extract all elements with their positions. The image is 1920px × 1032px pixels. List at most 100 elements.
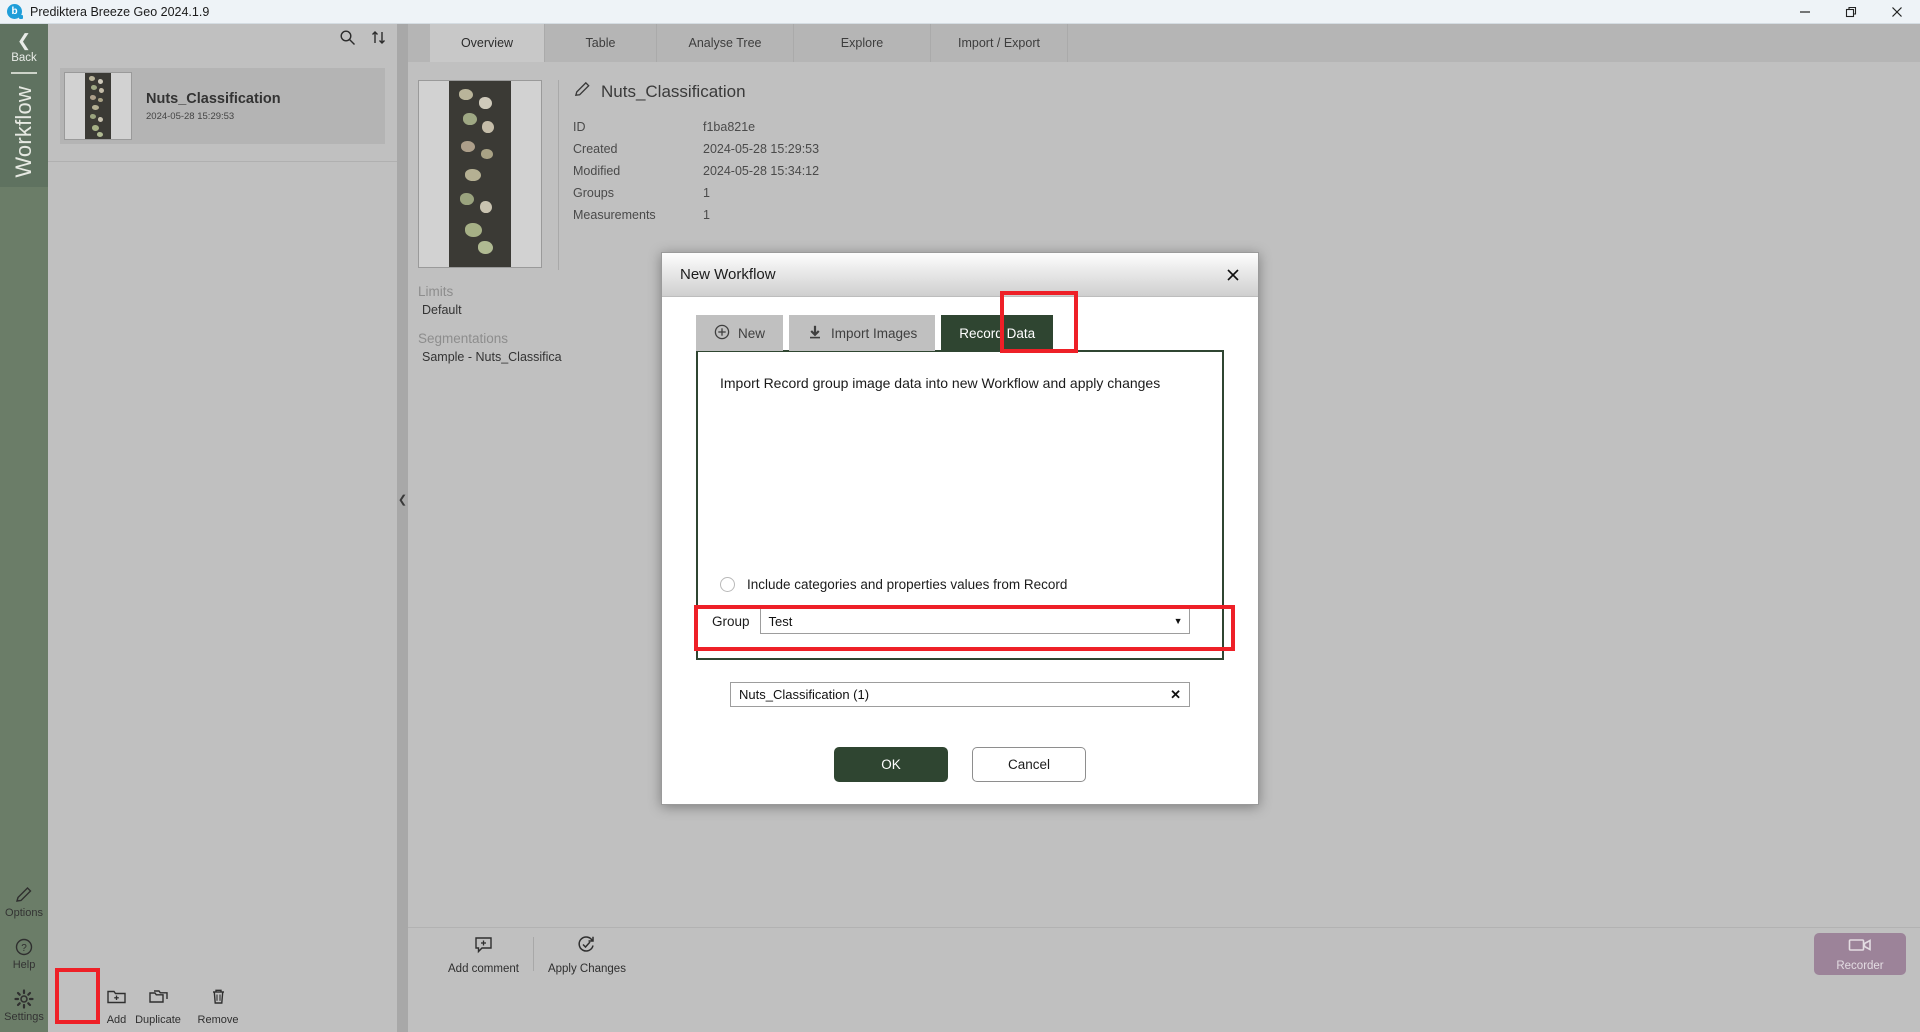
detail-field-row: ID f1ba821e <box>573 116 819 138</box>
detail-row: Nuts_Classification ID f1ba821e Created … <box>408 62 1920 270</box>
rail-workflow-section: ❮ Back Workflow <box>0 24 48 187</box>
apply-changes-button[interactable]: Apply Changes <box>538 934 636 975</box>
list-item[interactable]: Nuts_Classification 2024-05-28 15:29:53 <box>60 68 385 144</box>
workflow-thumbnail <box>64 72 132 140</box>
search-icon[interactable] <box>339 29 356 46</box>
main-bottom-toolbar: Add comment Apply Changes Recorder <box>408 927 1920 980</box>
detail-thumbnail <box>418 80 542 268</box>
dialog-title: New Workflow <box>680 266 776 283</box>
recorder-button[interactable]: Recorder <box>1814 933 1906 975</box>
include-categories-row[interactable]: Include categories and properties values… <box>720 577 1067 592</box>
list-toolbar <box>48 24 397 51</box>
pencil-icon <box>14 885 34 905</box>
chevron-left-icon[interactable]: ❮ <box>17 32 31 49</box>
rail-item-help[interactable]: ? Help <box>0 928 48 980</box>
remove-button[interactable]: Remove <box>189 986 247 1026</box>
pencil-icon[interactable] <box>573 80 592 104</box>
ok-button[interactable]: OK <box>834 747 948 782</box>
panel-description: Import Record group image data into new … <box>720 374 1170 393</box>
folder-add-icon <box>106 986 127 1012</box>
duplicate-button-label: Duplicate <box>135 1014 181 1026</box>
download-icon <box>807 324 823 343</box>
panel-collapse-handle[interactable]: ❮ <box>397 480 408 518</box>
field-value: 1 <box>703 208 710 222</box>
video-camera-icon <box>1848 936 1872 959</box>
rail-bottom-items: Options ? Help <box>0 876 48 1032</box>
recorder-label: Recorder <box>1836 960 1883 972</box>
gear-icon <box>14 989 34 1009</box>
duplicate-button[interactable]: Duplicate <box>127 986 189 1026</box>
workflow-list-panel: Nuts_Classification 2024-05-28 15:29:53 … <box>48 24 397 1032</box>
main-tabstrip: Overview Table Analyse Tree Explore Impo… <box>408 24 1920 62</box>
field-key: ID <box>573 120 703 134</box>
field-value: 2024-05-28 15:29:53 <box>703 142 819 156</box>
tab-analyse-tree[interactable]: Analyse Tree <box>657 24 794 62</box>
group-label: Group <box>712 614 750 629</box>
dialog-actions: OK Cancel <box>696 747 1224 782</box>
rail-item-label: Help <box>13 959 36 971</box>
list-item-title: Nuts_Classification <box>146 91 281 107</box>
tab-label: Analyse Tree <box>689 36 762 50</box>
tab-label: Import / Export <box>958 36 1040 50</box>
dialog-tab-import-images[interactable]: Import Images <box>789 315 935 351</box>
field-value: 2024-05-28 15:34:12 <box>703 164 819 178</box>
dialog-tab-new[interactable]: New <box>696 315 783 351</box>
new-workflow-dialog: New Workflow New Import Images <box>661 252 1259 805</box>
detail-field-table: ID f1ba821e Created 2024-05-28 15:29:53 … <box>573 116 819 226</box>
dialog-tab-label: Record Data <box>959 326 1035 341</box>
group-dropdown[interactable]: Test ▼ <box>760 608 1190 634</box>
clear-icon[interactable]: ✕ <box>1170 687 1181 703</box>
trash-icon <box>208 986 229 1012</box>
record-data-panel: Import Record group image data into new … <box>696 350 1224 660</box>
add-comment-label: Add comment <box>448 963 519 975</box>
list-item-meta: Nuts_Classification 2024-05-28 15:29:53 <box>146 91 281 122</box>
list-item-date: 2024-05-28 15:29:53 <box>146 111 281 122</box>
page-title: Nuts_Classification <box>601 82 746 102</box>
cancel-button[interactable]: Cancel <box>972 747 1086 782</box>
rail-divider <box>11 72 37 74</box>
rail-item-settings[interactable]: Settings <box>0 980 48 1032</box>
svg-text:?: ? <box>21 943 27 954</box>
tab-label: Overview <box>461 36 513 50</box>
tab-explore[interactable]: Explore <box>794 24 931 62</box>
detail-field-row: Measurements 1 <box>573 204 819 226</box>
detail-field-row: Modified 2024-05-28 15:34:12 <box>573 160 819 182</box>
plus-circle-icon <box>714 324 730 343</box>
tab-overview[interactable]: Overview <box>430 24 545 62</box>
rail-item-options[interactable]: Options <box>0 876 48 928</box>
close-icon[interactable] <box>1216 258 1250 292</box>
field-value: 1 <box>703 186 710 200</box>
tab-label: Table <box>586 36 616 50</box>
list-panel-toolbar: Add Duplicate Remove Open <box>96 979 445 1032</box>
dialog-tab-record-data[interactable]: Record Data <box>941 315 1053 351</box>
application-window: b Prediktera Breeze Geo 2024.1.9 ❮ Back … <box>0 0 1920 1032</box>
breeze-logo-icon: b <box>7 4 22 19</box>
panel-splitter[interactable] <box>397 24 408 1032</box>
list-divider <box>48 161 397 162</box>
dialog-tab-label: New <box>738 326 765 341</box>
detail-separator <box>558 80 559 270</box>
include-categories-radio[interactable] <box>720 577 735 592</box>
sort-icon[interactable] <box>370 29 387 46</box>
chevron-down-icon: ▼ <box>1174 616 1183 626</box>
workflow-name-value: Nuts_Classification (1) <box>739 687 869 702</box>
apply-changes-label: Apply Changes <box>548 963 626 975</box>
tab-table[interactable]: Table <box>545 24 657 62</box>
dialog-body: New Import Images Record Data Import Rec… <box>662 297 1258 782</box>
minimize-button[interactable] <box>1782 0 1828 24</box>
detail-thumbnail-image <box>449 81 511 267</box>
window-title: Prediktera Breeze Geo 2024.1.9 <box>30 5 209 19</box>
toolbar-divider <box>533 937 534 971</box>
detail-field-row: Created 2024-05-28 15:29:53 <box>573 138 819 160</box>
maximize-button[interactable] <box>1828 0 1874 24</box>
tab-label: Explore <box>841 36 883 50</box>
rail-item-label: Options <box>5 907 43 919</box>
add-button[interactable]: Add <box>106 986 127 1026</box>
detail-field-row: Groups 1 <box>573 182 819 204</box>
group-dropdown-value: Test <box>769 614 793 629</box>
rail-back-label[interactable]: Back <box>11 52 37 64</box>
workflow-name-input[interactable]: Nuts_Classification (1) ✕ <box>730 682 1190 707</box>
add-comment-button[interactable]: Add comment <box>438 934 529 975</box>
tab-import-export[interactable]: Import / Export <box>931 24 1068 62</box>
close-button[interactable] <box>1874 0 1920 24</box>
